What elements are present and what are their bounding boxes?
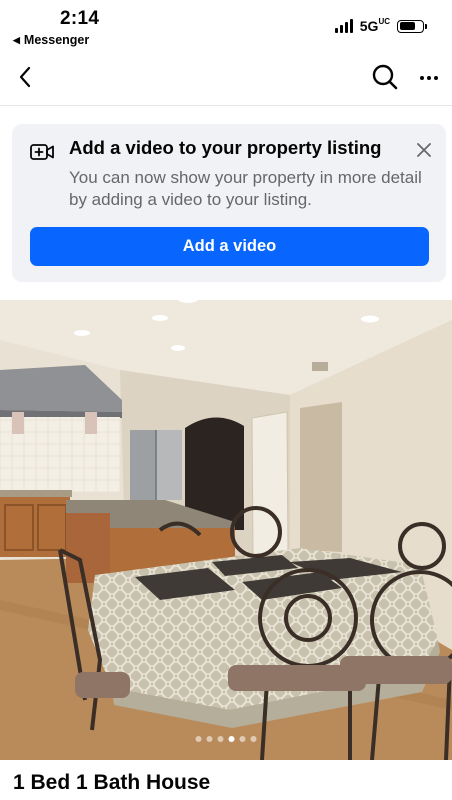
header-divider xyxy=(0,105,452,106)
video-plus-icon xyxy=(30,144,54,160)
chevron-left-icon xyxy=(19,66,31,88)
back-to-app-link[interactable]: ◀ Messenger xyxy=(13,33,89,47)
listing-photo[interactable] xyxy=(0,300,452,760)
promo-close-button[interactable] xyxy=(414,140,434,160)
back-triangle-icon: ◀ xyxy=(13,34,20,45)
back-button[interactable] xyxy=(12,62,42,92)
network-type: 5GUC xyxy=(359,17,390,35)
more-horizontal-icon xyxy=(420,76,424,80)
search-button[interactable] xyxy=(370,62,400,92)
carousel-dot[interactable] xyxy=(195,736,202,742)
status-time: 2:14 xyxy=(60,8,100,29)
carousel-dot[interactable] xyxy=(206,736,213,742)
cellular-signal-icon xyxy=(334,19,353,33)
carousel-dot[interactable] xyxy=(239,736,246,742)
listing-title: 1 Bed 1 Bath House xyxy=(13,771,211,794)
back-app-label: Messenger xyxy=(23,33,90,47)
battery-icon xyxy=(397,19,427,33)
status-indicators: 5GUC xyxy=(334,17,427,35)
carousel-dot[interactable] xyxy=(217,736,224,742)
network-suffix: UC xyxy=(378,17,390,26)
listing-photo-image xyxy=(0,300,452,760)
carousel-dot[interactable] xyxy=(250,736,257,742)
carousel-dot[interactable] xyxy=(228,736,235,742)
add-video-button[interactable]: Add a video xyxy=(30,227,429,266)
carousel-indicator xyxy=(190,732,263,746)
search-icon xyxy=(372,64,398,90)
more-options-button[interactable] xyxy=(414,66,444,90)
promo-card-body: You can now show your property in more d… xyxy=(69,168,422,209)
close-icon xyxy=(417,143,431,157)
promo-card-title: Add a video to your property listing xyxy=(69,137,382,158)
video-promo-card: Add a video to your property listing You… xyxy=(12,124,446,282)
